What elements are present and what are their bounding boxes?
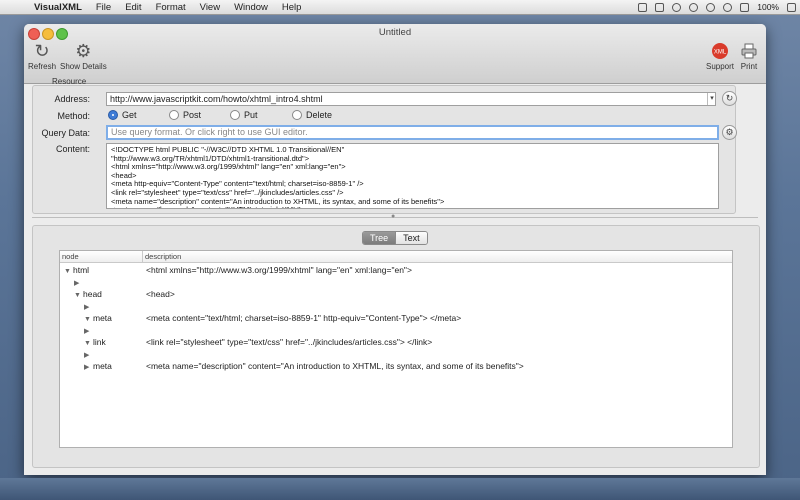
title-bar: Untitled ↻ Refresh ⚙ Show Details XML Su…	[24, 24, 766, 84]
tree-row[interactable]: ▼ html <html xmlns="http://www.w3.org/199…	[60, 265, 732, 277]
method-radio-post[interactable]: Post	[169, 110, 201, 120]
menu-view[interactable]: View	[200, 2, 220, 13]
menu-format[interactable]: Format	[156, 2, 186, 13]
refresh-button[interactable]: ↻ Refresh	[28, 40, 57, 72]
radio-unselected-icon	[169, 110, 179, 120]
refresh-label: Refresh	[28, 62, 57, 71]
resource-panel: Address: http://www.javascriptkit.com/ho…	[32, 85, 737, 214]
address-dropdown-icon[interactable]: ▾	[707, 93, 716, 105]
tree-row[interactable]: ▶	[60, 277, 732, 289]
query-data-label: Query Data:	[41, 128, 90, 138]
node-description: <link rel="stylesheet" type="text/css" h…	[146, 337, 433, 347]
query-gui-editor-button[interactable]: ⚙	[722, 125, 737, 140]
tree-row[interactable]: ▶	[60, 301, 732, 313]
battery-percent[interactable]: 100%	[757, 2, 779, 12]
node-name: html	[73, 265, 90, 275]
node-description: <html xmlns="http://www.w3.org/1999/xhtm…	[146, 265, 412, 275]
method-label: Method:	[57, 111, 90, 121]
column-divider[interactable]	[142, 251, 143, 262]
disclosure-collapsed-icon[interactable]: ▶	[84, 363, 93, 371]
method-put-label: Put	[244, 110, 258, 120]
show-details-button[interactable]: ⚙ Show Details	[60, 40, 107, 72]
tree-row[interactable]: ▶	[60, 325, 732, 337]
tree-row[interactable]: ▶	[60, 349, 732, 361]
app-window: Untitled ↻ Refresh ⚙ Show Details XML Su…	[24, 24, 766, 475]
disclosure-expanded-icon[interactable]: ▼	[84, 316, 93, 323]
radio-unselected-icon	[292, 110, 302, 120]
method-radio-get[interactable]: Get	[108, 110, 137, 120]
disclosure-collapsed-icon[interactable]: ▶	[84, 303, 93, 311]
method-radio-delete[interactable]: Delete	[292, 110, 332, 120]
dropbox-icon[interactable]	[638, 2, 648, 12]
node-description: <meta content="text/html; charset=iso-88…	[146, 313, 462, 323]
content-textarea[interactable]: <!DOCTYPE html PUBLIC "-//W3C//DTD XHTML…	[106, 143, 719, 209]
reload-address-button[interactable]: ↻	[722, 91, 737, 106]
tree-row[interactable]: ▼ head <head>	[60, 289, 732, 301]
tree-row[interactable]: ▼ meta <meta content="text/html; charset=…	[60, 313, 732, 325]
radio-unselected-icon	[230, 110, 240, 120]
address-field[interactable]: http://www.javascriptkit.com/howto/xhtml…	[106, 92, 716, 106]
method-get-label: Get	[122, 110, 137, 120]
print-button[interactable]: Print	[738, 40, 760, 71]
method-post-label: Post	[183, 110, 202, 120]
disclosure-expanded-icon[interactable]: ▼	[84, 340, 93, 347]
content-label: Content:	[55, 144, 90, 154]
tree-row[interactable]: ▼ link <link rel="stylesheet" type="text/…	[60, 337, 732, 349]
node-name: head	[83, 289, 102, 299]
view-toggle: Tree Text	[362, 231, 428, 245]
disclosure-expanded-icon[interactable]: ▼	[64, 268, 73, 275]
disclosure-collapsed-icon[interactable]: ▶	[74, 279, 83, 287]
method-delete-label: Delete	[306, 110, 333, 120]
splitter-handle-icon[interactable]: ●	[391, 213, 395, 220]
menu-app-name[interactable]: VisualXML	[34, 2, 82, 13]
window-title: Untitled	[378, 27, 412, 38]
xml-tree-view[interactable]: node description ▼ html <html xmlns="http…	[59, 250, 733, 448]
wifi-icon[interactable]	[723, 2, 733, 12]
status-area: 100%	[638, 0, 796, 14]
tree-header: node description	[60, 251, 732, 263]
desktop-background-strip	[0, 478, 800, 500]
result-panel: Tree Text node description ▼ html <html x…	[32, 225, 760, 468]
menu-file[interactable]: File	[96, 2, 111, 13]
disclosure-collapsed-icon[interactable]: ▶	[84, 351, 93, 359]
show-details-label: Show Details	[60, 62, 107, 71]
menu-help[interactable]: Help	[282, 2, 302, 13]
node-name: link	[93, 337, 106, 347]
battery-icon[interactable]	[787, 2, 796, 12]
sync-icon[interactable]	[689, 2, 699, 12]
bluetooth-icon[interactable]	[706, 2, 716, 12]
tab-tree[interactable]: Tree	[363, 232, 396, 244]
column-header-description[interactable]: description	[145, 252, 181, 261]
support-label: Support	[706, 62, 735, 71]
node-description: <head>	[146, 289, 175, 299]
node-description: <meta name="description" content="An int…	[146, 361, 524, 371]
volume-icon[interactable]	[740, 2, 750, 12]
tree-row[interactable]: ▶ meta <meta name="description" content="…	[60, 361, 732, 373]
disclosure-expanded-icon[interactable]: ▼	[74, 292, 83, 299]
menu-bar: VisualXML File Edit Format View Window H…	[0, 0, 800, 15]
menu-window[interactable]: Window	[234, 2, 268, 13]
gear-icon: ⚙	[75, 40, 92, 61]
print-label: Print	[740, 62, 758, 71]
query-data-field[interactable]: Use query format. Or click right to use …	[106, 125, 719, 140]
menu-edit[interactable]: Edit	[125, 2, 141, 13]
svg-text:XML: XML	[714, 50, 727, 56]
support-button[interactable]: XML Support	[706, 40, 734, 71]
column-header-node[interactable]: node	[62, 252, 79, 261]
support-icon: XML	[709, 40, 731, 62]
address-label: Address:	[54, 94, 90, 104]
node-name: meta	[93, 361, 112, 371]
printer-icon	[738, 40, 760, 62]
disclosure-collapsed-icon[interactable]: ▶	[84, 327, 93, 335]
method-radio-put[interactable]: Put	[230, 110, 258, 120]
radio-selected-icon	[108, 110, 118, 120]
tab-text[interactable]: Text	[395, 232, 427, 244]
refresh-icon: ↻	[34, 40, 50, 61]
status-icon[interactable]	[655, 2, 665, 12]
clock-icon[interactable]	[672, 2, 682, 12]
node-name: meta	[93, 313, 112, 323]
